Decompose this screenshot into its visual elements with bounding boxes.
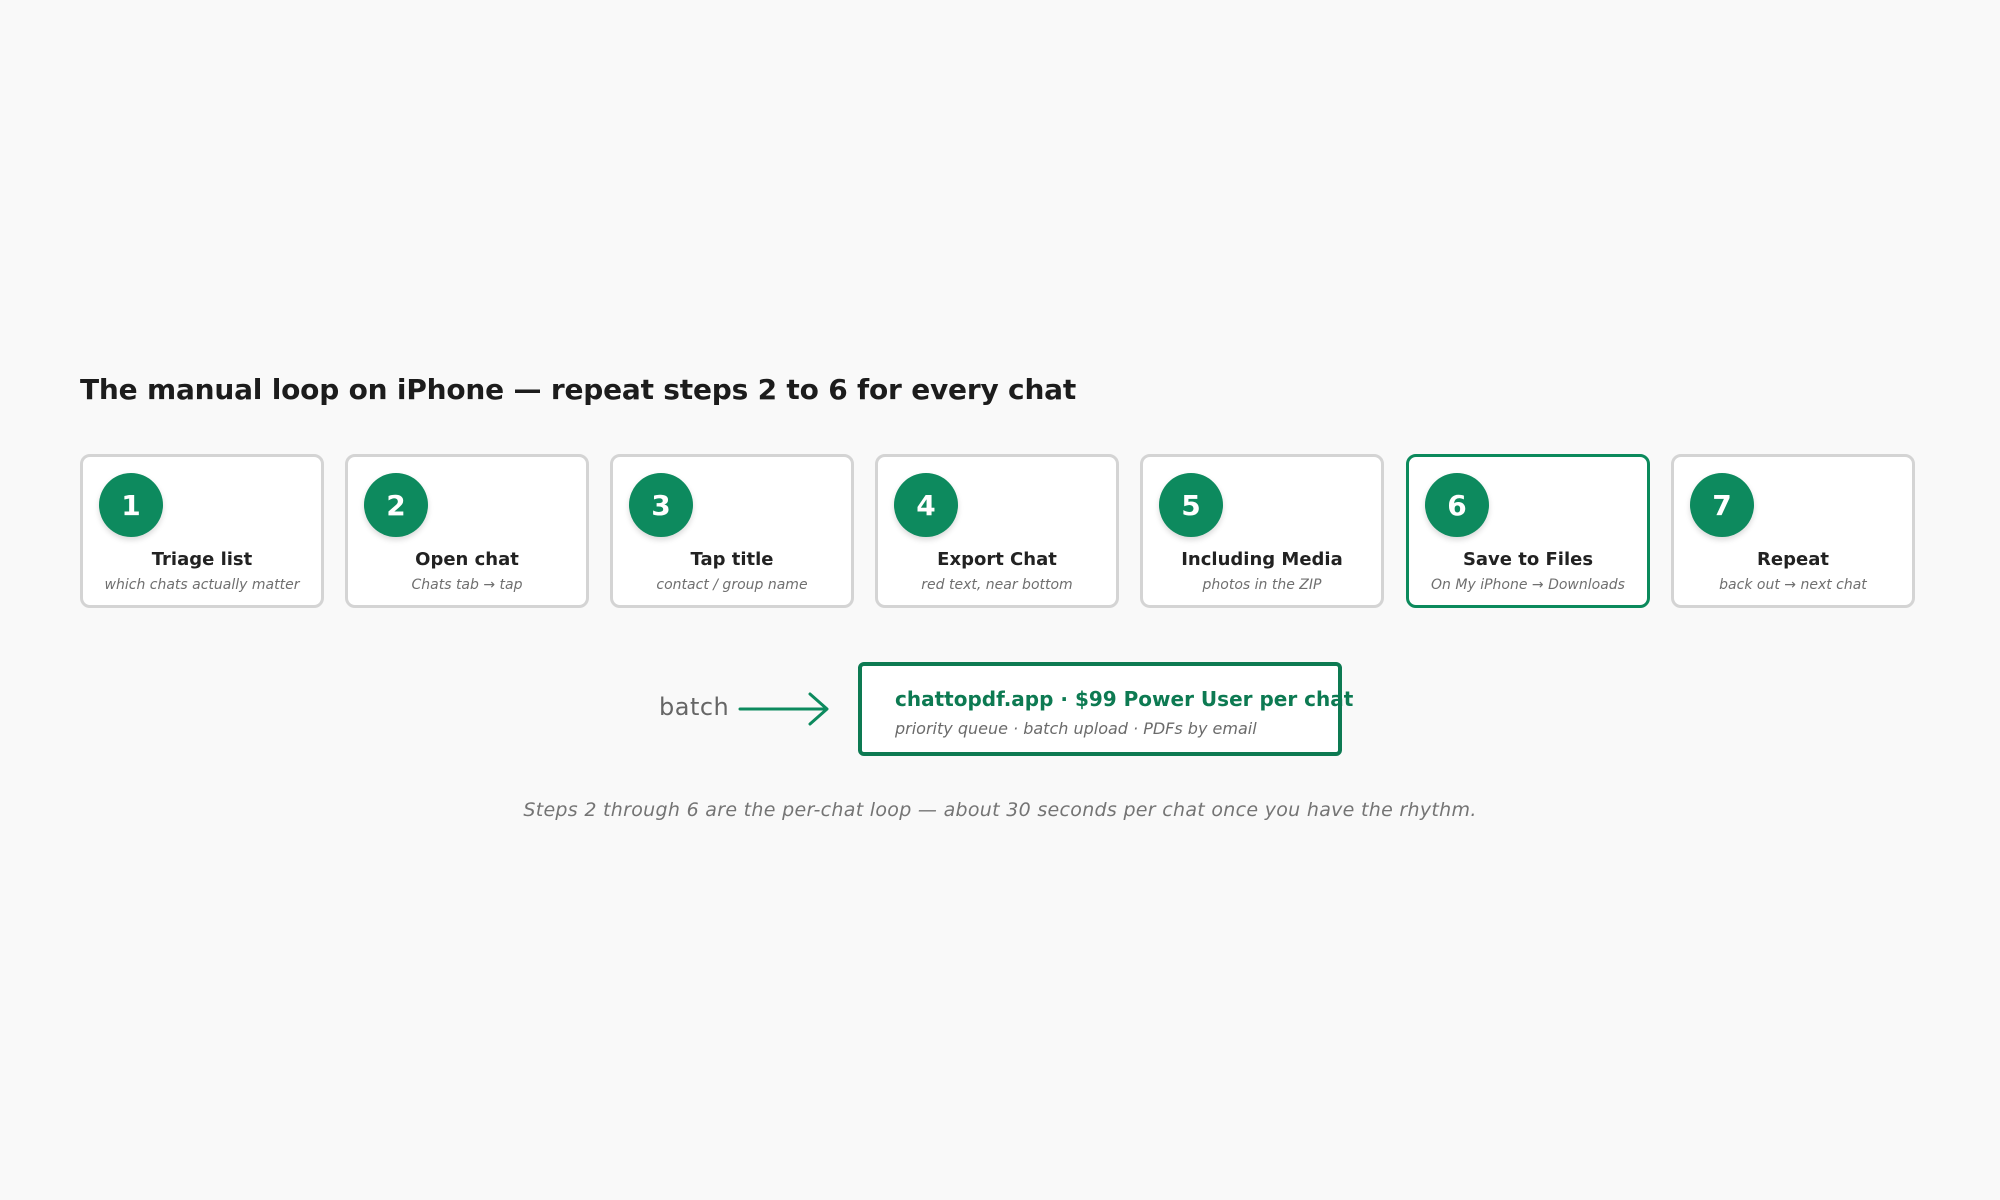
- step-subtitle: On My iPhone → Downloads: [1431, 577, 1625, 593]
- step-card-5: 5 Including Media photos in the ZIP: [1140, 454, 1384, 608]
- page-title: The manual loop on iPhone — repeat steps…: [80, 373, 1077, 406]
- step-title: Save to Files: [1462, 549, 1594, 570]
- step-number-badge: 6: [1425, 473, 1489, 537]
- step-title: Export Chat: [937, 549, 1057, 570]
- footnote: Steps 2 through 6 are the per-chat loop …: [523, 799, 1477, 821]
- step-title: Triage list: [151, 549, 253, 570]
- step-number-badge: 7: [1690, 473, 1754, 537]
- step-number-badge: 4: [894, 473, 958, 537]
- step-subtitle: back out → next chat: [1719, 577, 1867, 593]
- step-title: Repeat: [1757, 549, 1829, 570]
- chattopdf-callout[interactable]: chattopdf.app · $99 Power User per chat …: [858, 662, 1353, 756]
- step-number-badge: 3: [629, 473, 693, 537]
- step-card-2: 2 Open chat Chats tab → tap: [345, 454, 589, 608]
- step-subtitle: Chats tab → tap: [411, 577, 523, 593]
- batch-label: batch: [659, 693, 730, 721]
- step-number-badge: 5: [1159, 473, 1223, 537]
- step-subtitle: which chats actually matter: [104, 577, 300, 593]
- step-card-7: 7 Repeat back out → next chat: [1671, 454, 1915, 608]
- step-card-4: 4 Export Chat red text, near bottom: [875, 454, 1119, 608]
- arrow-right-icon: [738, 692, 829, 726]
- callout-title: chattopdf.app · $99 Power User per chat: [895, 687, 1354, 711]
- step-number-badge: 1: [99, 473, 163, 537]
- step-subtitle: contact / group name: [656, 577, 808, 593]
- step-subtitle: red text, near bottom: [921, 577, 1073, 593]
- step-card-6: 6 Save to Files On My iPhone → Downloads: [1406, 454, 1650, 608]
- step-number-badge: 2: [364, 473, 428, 537]
- step-subtitle: photos in the ZIP: [1202, 577, 1322, 593]
- step-card-1: 1 Triage list which chats actually matte…: [80, 454, 324, 608]
- callout-subtitle: priority queue · batch upload · PDFs by …: [895, 719, 1257, 738]
- step-card-3: 3 Tap title contact / group name: [610, 454, 854, 608]
- step-title: Including Media: [1181, 549, 1343, 570]
- step-title: Open chat: [415, 549, 519, 570]
- step-title: Tap title: [690, 549, 774, 570]
